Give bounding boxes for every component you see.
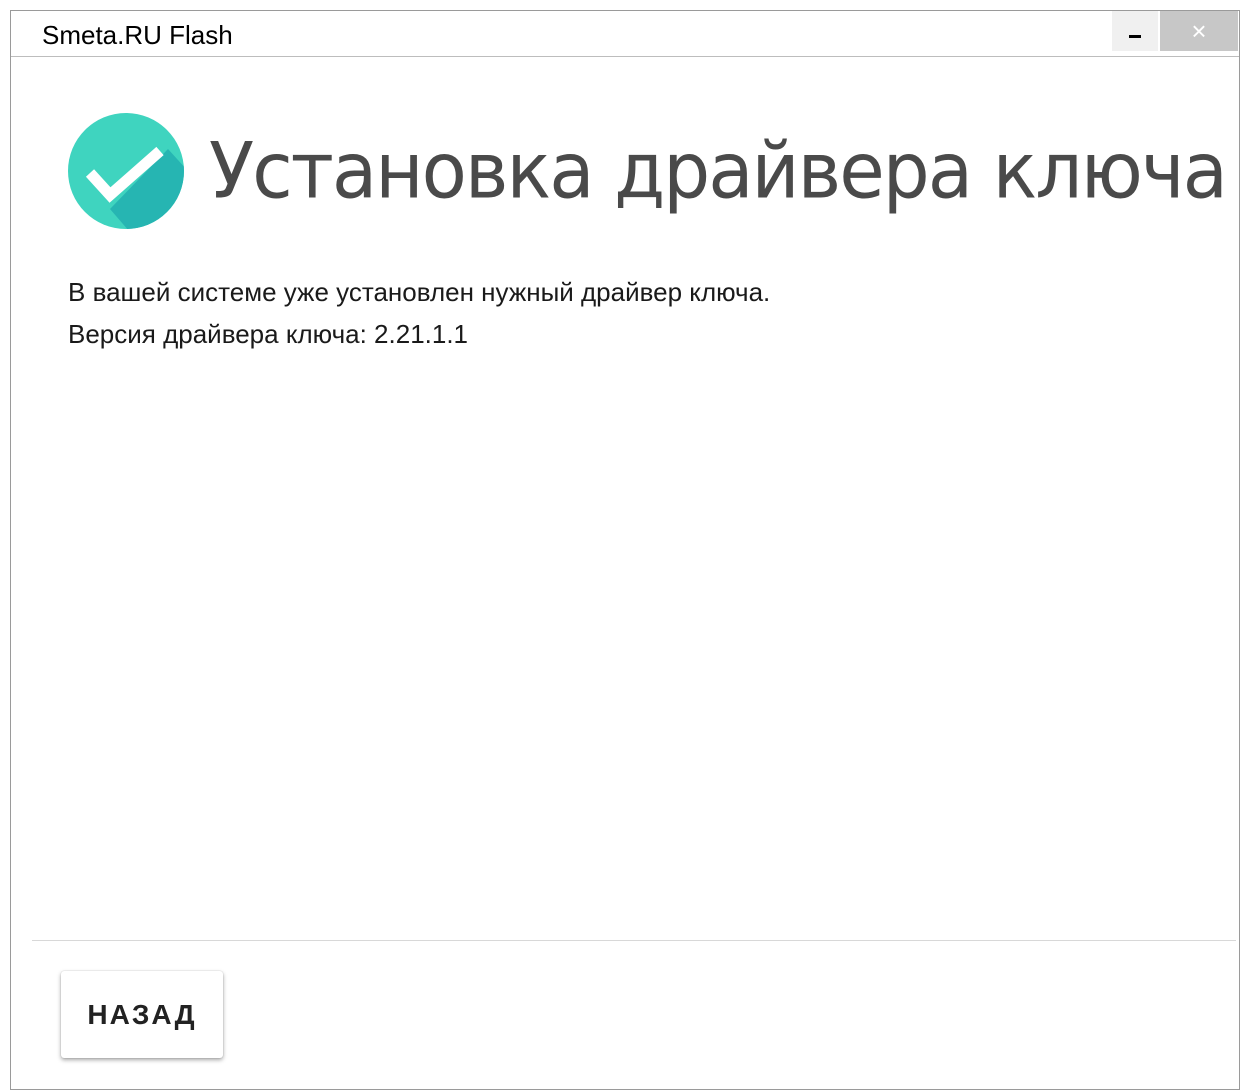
status-message: В вашей системе уже установлен нужный др…: [68, 277, 771, 307]
back-button-label: НАЗАД: [87, 998, 197, 1030]
minimize-icon: [1129, 34, 1141, 38]
app-window: Smeta.RU Flash × Установка драйвера ключ…: [10, 10, 1240, 1090]
heading-row: Установка драйвера ключа: [68, 113, 1228, 229]
driver-version-text: Версия драйвера ключа: 2.21.1.1: [68, 319, 469, 349]
close-icon: ×: [1191, 16, 1207, 46]
title-bar[interactable]: Smeta.RU Flash ×: [11, 11, 1239, 57]
check-circle-icon: [68, 113, 184, 229]
close-button[interactable]: ×: [1160, 11, 1238, 51]
page-title: Установка драйвера ключа: [209, 125, 1228, 217]
window-title: Smeta.RU Flash: [42, 20, 233, 50]
minimize-button[interactable]: [1112, 11, 1158, 51]
footer-divider: [32, 940, 1236, 941]
back-button[interactable]: НАЗАД: [61, 971, 223, 1058]
